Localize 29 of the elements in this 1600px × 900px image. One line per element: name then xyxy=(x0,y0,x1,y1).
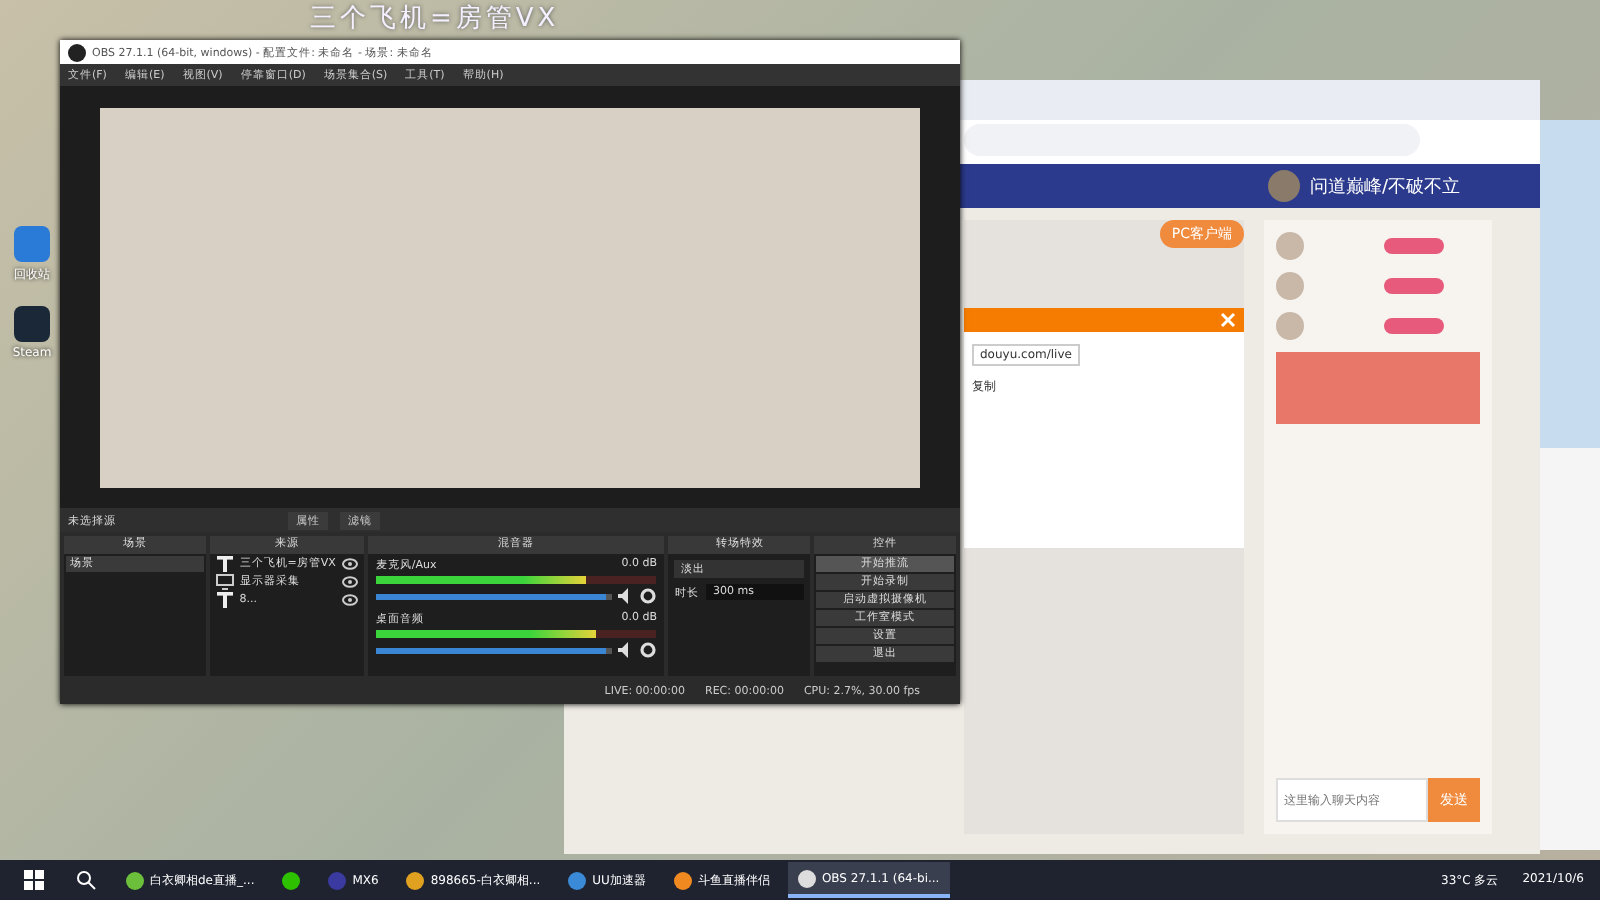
settings-icon xyxy=(640,588,657,604)
text-source-icon xyxy=(215,592,234,608)
app-icon xyxy=(126,871,144,889)
app-icon xyxy=(797,869,816,887)
app-icon xyxy=(406,871,425,889)
volume-slider[interactable] xyxy=(375,593,613,599)
badge-pill xyxy=(1384,318,1444,334)
settings-icon xyxy=(640,642,657,658)
obs-logo-icon xyxy=(68,43,86,61)
badge-pill xyxy=(1384,238,1444,254)
search-icon xyxy=(76,870,96,890)
avatar-icon xyxy=(1267,170,1300,202)
text-source-icon xyxy=(215,556,234,572)
avatar-icon xyxy=(1276,232,1304,260)
app-icon xyxy=(328,871,347,889)
badge-pill xyxy=(1384,278,1444,294)
avatar-icon xyxy=(1276,312,1304,340)
account-name[interactable]: 问道巅峰/不破不立 xyxy=(1309,173,1460,199)
close-icon xyxy=(1220,312,1236,328)
windows-logo-icon xyxy=(24,870,44,890)
volume-slider[interactable] xyxy=(375,647,613,653)
app-icon xyxy=(568,871,587,889)
overlay-text: 三个飞机=房管VX xyxy=(310,4,560,34)
app-icon xyxy=(282,871,301,889)
monitor-icon xyxy=(215,574,234,590)
app-icon xyxy=(673,871,692,889)
app-icon xyxy=(12,224,52,264)
app-icon xyxy=(12,304,52,344)
avatar-icon xyxy=(1276,272,1304,300)
